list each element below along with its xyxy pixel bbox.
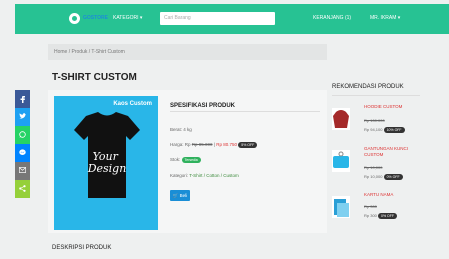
recommendation-title: REKOMENDASI PRODUK xyxy=(332,84,404,90)
rec-discount-badge: 0% OFF xyxy=(383,174,403,180)
page-title: T-SHIRT CUSTOM xyxy=(52,72,137,83)
logo-text: GOSTORE xyxy=(83,15,108,21)
kategori-value[interactable]: T-Shirt / Cotton / Custom xyxy=(189,173,239,178)
spec-stok: Stok: Tersedia xyxy=(170,157,201,163)
messenger-icon xyxy=(19,149,26,155)
namecard-thumbnail xyxy=(332,196,350,218)
spec-kategori: Kategori: T-Shirt / Cotton / Custom xyxy=(170,173,239,178)
rec-name[interactable]: GANTUNGAN KUNCI CUSTOM xyxy=(364,146,422,157)
rec-price: Rp 300 0% OFF xyxy=(364,213,398,219)
user-menu[interactable]: MR. IKRAM ▾ xyxy=(370,15,400,21)
rec-name[interactable]: KARTU NAMA xyxy=(364,192,422,198)
spec-berat: Berat: 4 kg xyxy=(170,127,192,132)
rec-price-value: Rp 94,100 xyxy=(364,127,383,132)
hoodie-thumbnail xyxy=(332,108,350,130)
rec-item-gantungan[interactable]: GANTUNGAN KUNCI CUSTOM Rp 10,000 Rp 10,0… xyxy=(332,146,422,184)
rec-discount-badge: 0% OFF xyxy=(378,213,398,219)
recommendation-divider xyxy=(332,95,420,96)
whatsapp-share-button[interactable] xyxy=(15,126,30,144)
discount-badge: 5% OFF xyxy=(238,142,258,148)
rec-discount-badge: 10% OFF xyxy=(383,127,405,133)
rec-price-value: Rp 300 xyxy=(364,213,377,218)
share-button[interactable] xyxy=(15,180,30,198)
spec-harga: Harga: Rp Rp 85.000 | Rp 80.750 5% OFF xyxy=(170,142,258,148)
buy-button[interactable]: 🛒 Beli xyxy=(170,190,190,201)
facebook-icon xyxy=(20,96,25,103)
messenger-share-button[interactable] xyxy=(15,144,30,162)
email-icon xyxy=(19,167,26,173)
share-icon xyxy=(19,185,26,192)
deskripsi-title: DESKRIPSI PRODUK xyxy=(52,245,112,251)
cart-link[interactable]: KERANJANG (1) xyxy=(313,15,351,21)
tshirt-illustration: Your Design xyxy=(74,112,140,198)
product-image-title: Kaos Custom xyxy=(113,101,152,107)
facebook-share-button[interactable] xyxy=(15,90,30,108)
kategori-dropdown[interactable]: KATEGORI ▾ xyxy=(113,15,142,21)
twitter-icon xyxy=(19,113,26,119)
harga-final: Rp 80.750 xyxy=(216,142,237,147)
breadcrumb-bar: Home / Produk / T-Shirt Custom xyxy=(48,44,327,60)
harga-label: Harga: Rp xyxy=(170,142,192,147)
shirt-text: Your Design xyxy=(87,150,127,175)
rec-strike-price: Rp 300 xyxy=(364,204,377,209)
rec-strike-price: Rp 100.000 xyxy=(364,118,385,123)
site-logo[interactable]: GOSTORE xyxy=(69,13,108,25)
stok-badge: Tersedia xyxy=(181,157,201,163)
rec-price: Rp 10,000 0% OFF xyxy=(364,174,403,180)
search-input[interactable]: Cari Barang xyxy=(160,12,275,25)
rec-name[interactable]: HOODIE CUSTOM xyxy=(364,104,422,110)
search-placeholder: Cari Barang xyxy=(164,15,191,21)
spec-divider xyxy=(170,111,320,112)
logo-icon xyxy=(69,13,80,24)
email-share-button[interactable] xyxy=(15,162,30,180)
rec-price: Rp 94,100 10% OFF xyxy=(364,127,405,133)
rec-item-kartu[interactable]: KARTU NAMA Rp 300 Rp 300 0% OFF xyxy=(332,192,422,230)
spec-title: SPESIFIKASI PRODUK xyxy=(170,103,236,109)
top-navbar: GOSTORE KATEGORI ▾ Cari Barang KERANJANG… xyxy=(15,4,449,34)
keychain-thumbnail xyxy=(332,150,350,172)
product-image: Kaos Custom Your Design xyxy=(54,96,158,230)
whatsapp-icon xyxy=(19,131,26,138)
rec-item-hoodie[interactable]: HOODIE CUSTOM Rp 100.000 Rp 94,100 10% O… xyxy=(332,104,422,142)
twitter-share-button[interactable] xyxy=(15,108,30,126)
breadcrumb[interactable]: Home / Produk / T-Shirt Custom xyxy=(54,49,125,55)
rec-strike-price: Rp 10,000 xyxy=(364,165,383,170)
harga-strike: Rp 85.000 xyxy=(191,142,213,147)
stok-label: Stok: xyxy=(170,157,182,162)
rec-price-value: Rp 10,000 xyxy=(364,174,383,179)
kategori-label: Kategori: xyxy=(170,173,190,178)
